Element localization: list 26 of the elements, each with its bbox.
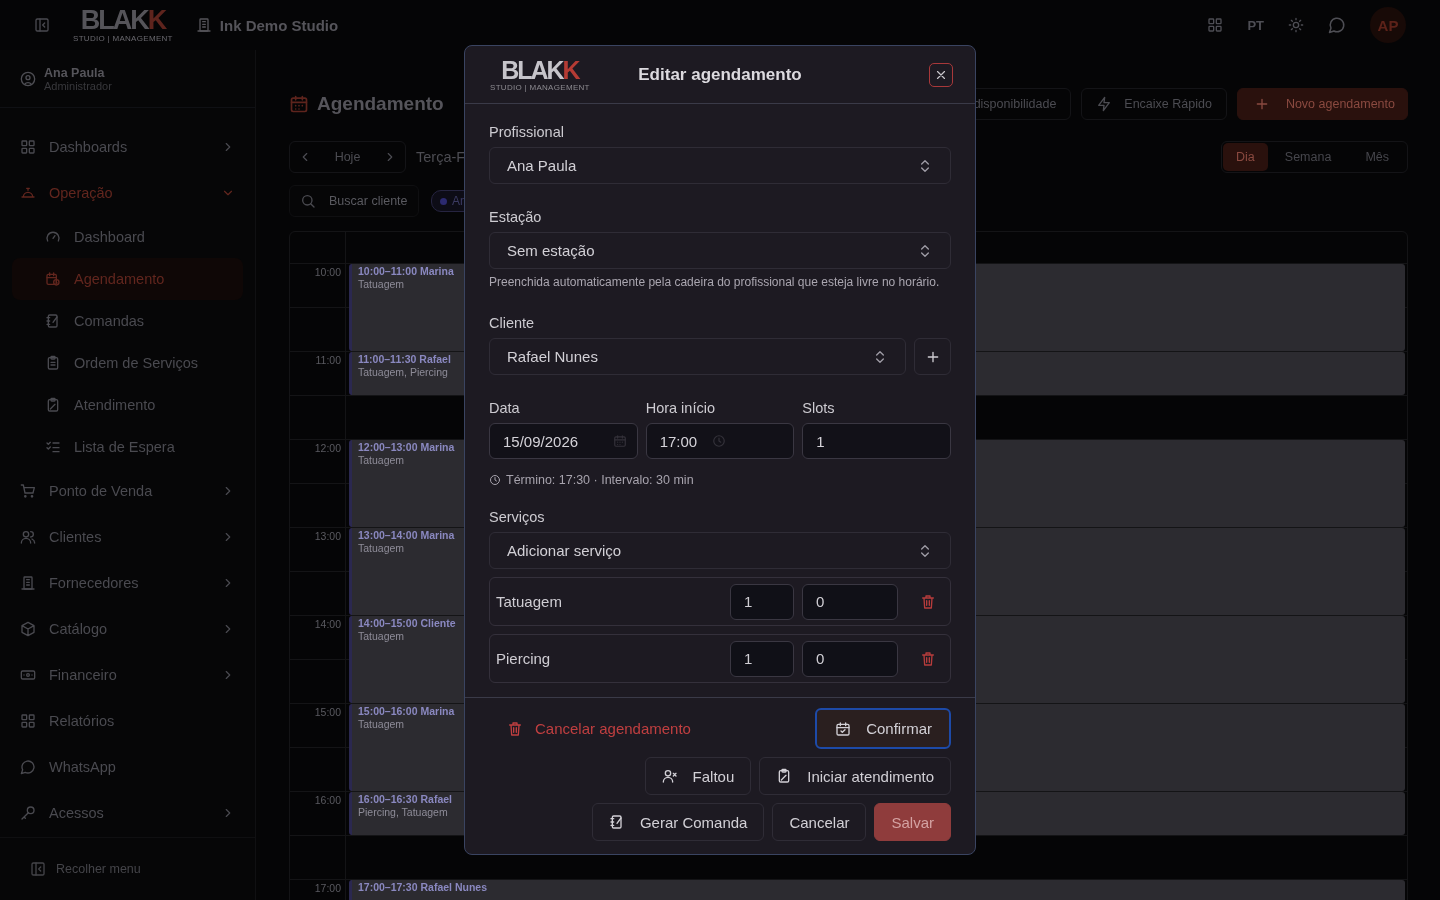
duration-summary: Término: 17:30 · Intervalo: 30 min <box>506 473 694 488</box>
time-label: 16:00 <box>290 791 346 835</box>
field-label: Hora início <box>645 400 716 417</box>
current-date: Terça-F <box>416 149 466 165</box>
dialog-logo: BLAKK STUDIO | MANAGEMENT <box>490 57 590 92</box>
service-name: Piercing <box>496 650 552 668</box>
field-label: Data <box>489 400 521 417</box>
dialog-title: Editar agendamento <box>638 64 802 84</box>
page-title: Agendamento <box>317 93 444 115</box>
field-label: Estação <box>489 209 543 225</box>
service-name: Tatuagem <box>496 593 563 611</box>
brand-logo: BLAKK STUDIO | MANAGEMENT <box>73 7 173 43</box>
time-label: 17:00 <box>290 879 346 900</box>
time-label: 12:00 <box>290 439 346 483</box>
user-name: Ana Paula <box>44 65 106 80</box>
time-label: 15:00 <box>290 703 346 747</box>
time-label: 11:00 <box>290 351 346 395</box>
studio-name: Ink Demo Studio <box>219 16 339 34</box>
time-label: 13:00 <box>290 527 346 571</box>
time-label: 14:00 <box>290 615 346 659</box>
field-label: Slots <box>802 400 836 417</box>
field-label: Serviços <box>489 509 546 526</box>
field-label: Cliente <box>489 315 536 332</box>
field-hint: Preenchida automaticamente pela cadeira do profissional que esteja livre no horário. <box>489 274 941 291</box>
field-label: Profissional <box>489 124 565 140</box>
time-label: 10:00 <box>290 263 346 307</box>
